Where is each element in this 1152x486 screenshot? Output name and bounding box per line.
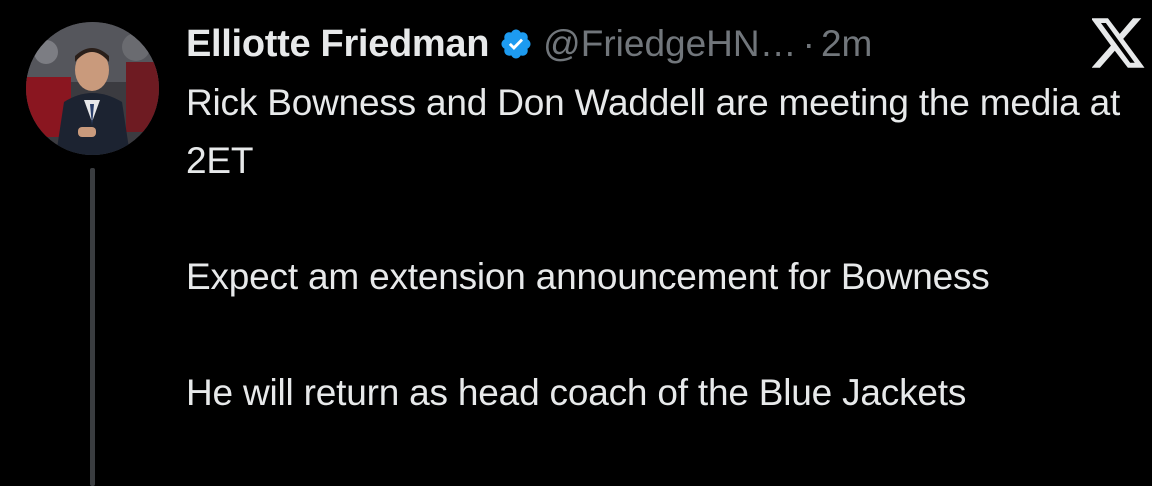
tweet-paragraph-2: Expect am extension announcement for Bow… [186,256,990,297]
thread-line [90,168,95,486]
verified-badge-icon[interactable] [499,27,533,61]
x-logo-icon [1090,18,1146,68]
author-display-name[interactable]: Elliotte Friedman [186,23,489,66]
tweet-text: Rick Bowness and Don Waddell are meeting… [186,74,1148,422]
tweet-paragraph-1: Rick Bowness and Don Waddell are meeting… [186,82,1131,181]
header-separator: · [802,23,815,64]
tweet-paragraph-3: He will return as head coach of the Blue… [186,372,967,413]
tweet-header: Elliotte Friedman @FriedgeHN… · 2m [186,16,872,72]
avatar[interactable] [26,22,159,155]
tweet-timestamp[interactable]: 2m [821,23,872,65]
author-handle[interactable]: @FriedgeHN… [543,23,796,65]
avatar-photo [26,22,159,155]
